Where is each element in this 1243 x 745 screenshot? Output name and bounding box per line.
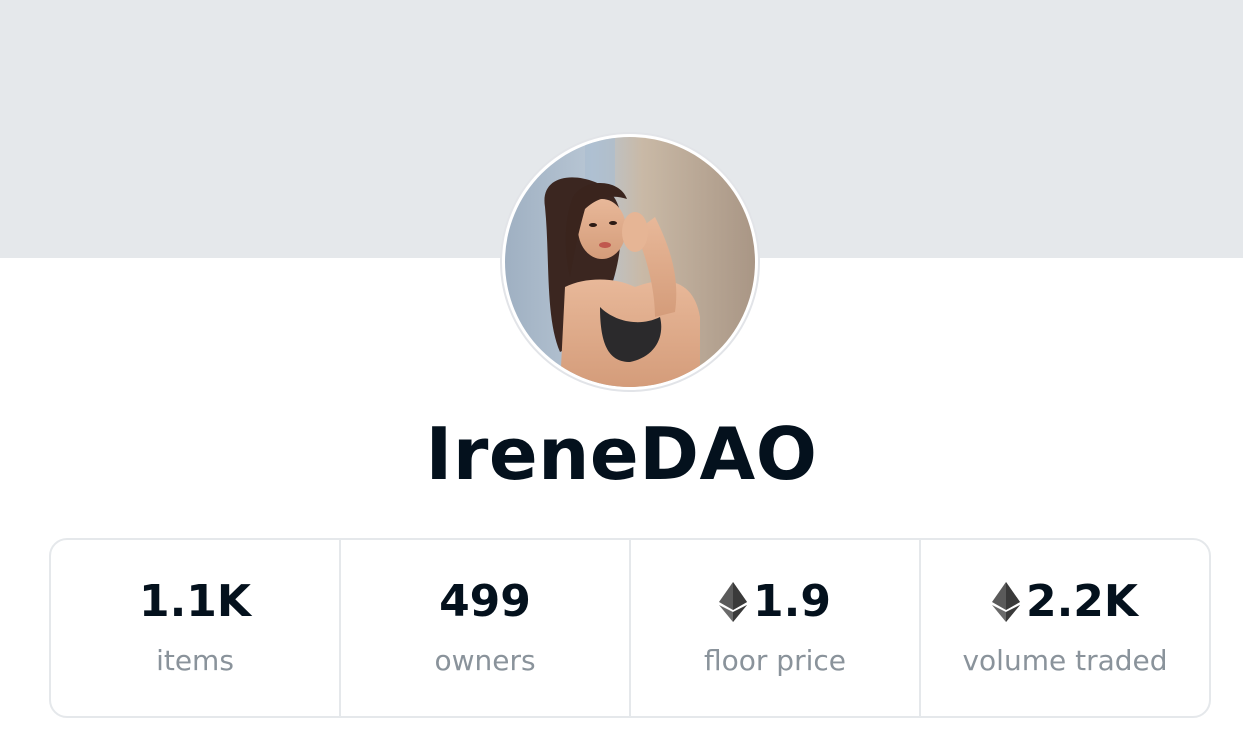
stat-volume-traded[interactable]: 2.2K volume traded <box>921 540 1209 716</box>
stat-floor-price-number: 1.9 <box>753 575 831 627</box>
ethereum-icon <box>719 581 748 622</box>
stat-owners-value: 499 <box>439 575 531 627</box>
stat-items-label: items <box>156 643 234 677</box>
stat-volume-traded-label: volume traded <box>962 643 1168 677</box>
avatar-photo <box>505 137 755 387</box>
stat-floor-price-label: floor price <box>704 643 846 677</box>
ethereum-icon <box>991 581 1020 622</box>
stat-items-number: 1.1K <box>138 575 252 627</box>
stat-volume-traded-value: 2.2K <box>991 575 1139 627</box>
stat-items[interactable]: 1.1K items <box>51 540 341 716</box>
stat-owners[interactable]: 499 owners <box>341 540 631 716</box>
collection-page: IreneDAO 1.1K items 499 owners 1.9 floor… <box>0 0 1243 745</box>
collection-avatar[interactable] <box>500 132 760 392</box>
stat-owners-label: owners <box>434 643 536 677</box>
collection-stats: 1.1K items 499 owners 1.9 floor price 2.… <box>49 538 1211 718</box>
stat-items-value: 1.1K <box>138 575 252 627</box>
stat-owners-number: 499 <box>439 575 531 627</box>
collection-title: IreneDAO <box>425 412 818 496</box>
stat-floor-price[interactable]: 1.9 floor price <box>631 540 921 716</box>
stat-floor-price-value: 1.9 <box>719 575 831 627</box>
stat-volume-traded-number: 2.2K <box>1025 575 1139 627</box>
